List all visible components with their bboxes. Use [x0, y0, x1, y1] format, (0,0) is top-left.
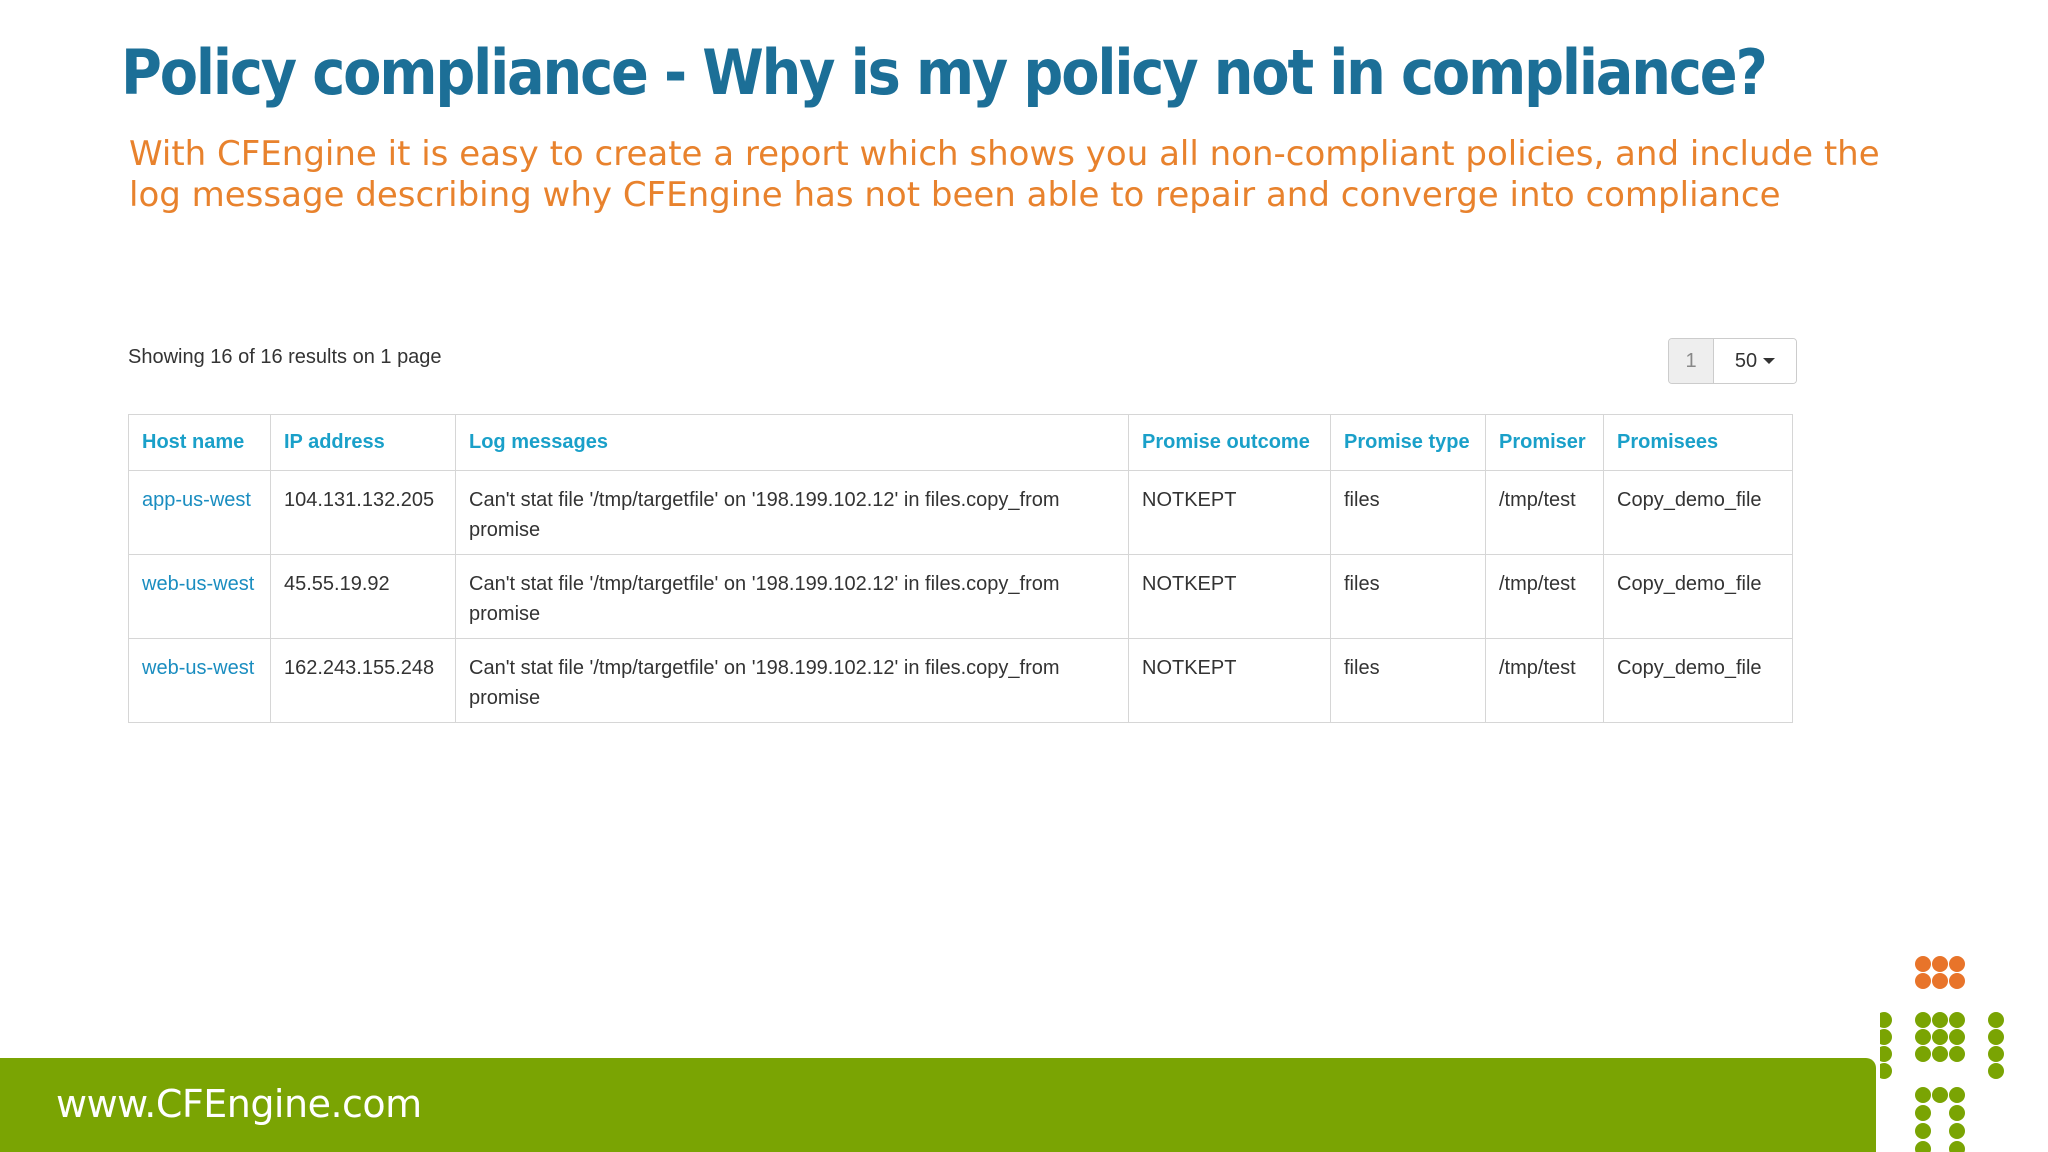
promise-outcome-cell: NOTKEPT — [1128, 638, 1331, 723]
column-header-promisees[interactable]: Promisees — [1603, 414, 1793, 471]
promise-type-cell: files — [1330, 638, 1486, 723]
column-header-host-name[interactable]: Host name — [128, 414, 271, 471]
promise-type-cell: files — [1330, 554, 1486, 639]
ip-address-cell: 45.55.19.92 — [270, 554, 456, 639]
table-row: app-us-west 104.131.132.205 Can't stat f… — [128, 470, 1793, 555]
ip-address-cell: 104.131.132.205 — [270, 470, 456, 555]
host-name-link[interactable]: web-us-west — [128, 638, 271, 723]
cfengine-logo-icon — [1880, 956, 2004, 1152]
promisees-cell: Copy_demo_file — [1603, 638, 1793, 723]
per-page-dropdown[interactable]: 50 — [1714, 339, 1796, 383]
promisees-cell: Copy_demo_file — [1603, 470, 1793, 555]
log-message-cell: Can't stat file '/tmp/targetfile' on '19… — [455, 638, 1129, 723]
footer-website-link[interactable]: www.CFEngine.com — [56, 1082, 422, 1126]
column-header-promise-outcome[interactable]: Promise outcome — [1128, 414, 1331, 471]
column-header-ip-address[interactable]: IP address — [270, 414, 456, 471]
slide-title: Policy compliance - Why is my policy not… — [121, 36, 1768, 109]
promiser-cell: /tmp/test — [1485, 470, 1604, 555]
ip-address-cell: 162.243.155.248 — [270, 638, 456, 723]
page-1-button[interactable]: 1 — [1669, 339, 1714, 383]
promiser-cell: /tmp/test — [1485, 638, 1604, 723]
caret-down-icon — [1763, 358, 1776, 364]
promise-outcome-cell: NOTKEPT — [1128, 554, 1331, 639]
slide-subtitle: With CFEngine it is easy to create a rep… — [129, 134, 1880, 215]
promise-outcome-cell: NOTKEPT — [1128, 470, 1331, 555]
log-message-cell: Can't stat file '/tmp/targetfile' on '19… — [455, 470, 1129, 555]
compliance-report-table: Host name IP address Log messages Promis… — [128, 414, 1793, 723]
per-page-value: 50 — [1734, 349, 1758, 372]
host-name-link[interactable]: app-us-west — [128, 470, 271, 555]
column-header-promise-type[interactable]: Promise type — [1330, 414, 1486, 471]
results-summary: Showing 16 of 16 results on 1 page — [128, 346, 442, 368]
host-name-link[interactable]: web-us-west — [128, 554, 271, 639]
promiser-cell: /tmp/test — [1485, 554, 1604, 639]
promisees-cell: Copy_demo_file — [1603, 554, 1793, 639]
table-row: web-us-west 162.243.155.248 Can't stat f… — [128, 638, 1793, 723]
pagination-control: 1 50 — [1668, 338, 1797, 384]
table-row: web-us-west 45.55.19.92 Can't stat file … — [128, 554, 1793, 639]
log-message-cell: Can't stat file '/tmp/targetfile' on '19… — [455, 554, 1129, 639]
promise-type-cell: files — [1330, 470, 1486, 555]
column-header-promiser[interactable]: Promiser — [1485, 414, 1604, 471]
column-header-log-messages[interactable]: Log messages — [455, 414, 1129, 471]
table-header-row: Host name IP address Log messages Promis… — [128, 414, 1793, 471]
